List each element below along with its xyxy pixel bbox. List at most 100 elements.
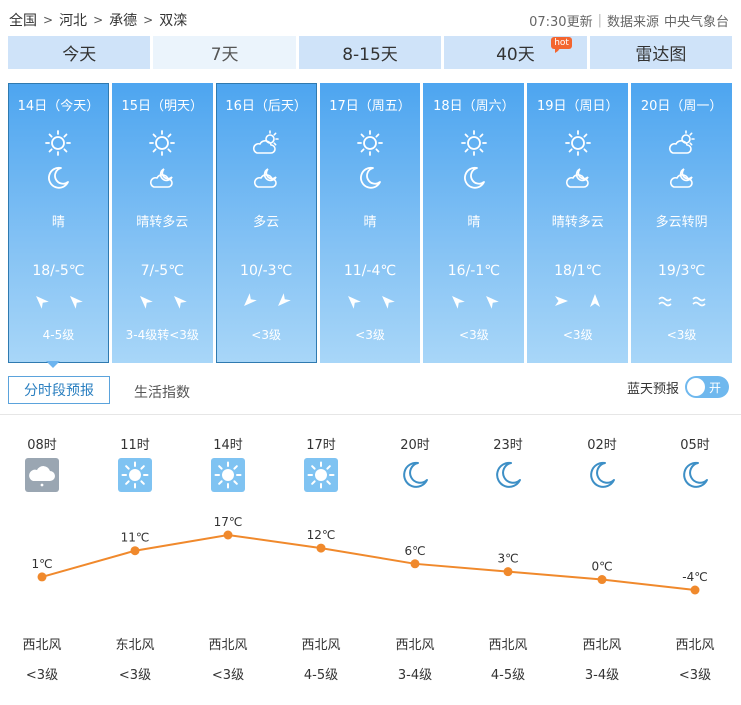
moon-icon xyxy=(43,163,73,193)
hour-wind-level: <3级 xyxy=(118,668,152,683)
blue-sky-toggle[interactable]: 开 xyxy=(685,376,729,398)
hourly-column: 23时 西北风 4-5级 xyxy=(478,434,538,694)
breadcrumb-item-country[interactable]: 全国 xyxy=(9,10,37,30)
northeast-arrow-icon xyxy=(171,293,188,311)
hour-label: 17时 xyxy=(306,438,336,453)
hot-badge: hot xyxy=(551,37,572,53)
day-temperature: 10/-3℃ xyxy=(240,263,293,279)
tab-7-days[interactable]: 7天 xyxy=(153,36,296,69)
tab-radar[interactable]: 雷达图 xyxy=(589,36,733,69)
day-card[interactable]: 18日（周六） 晴 16/-1℃ <3级 xyxy=(423,83,525,363)
hour-label: 08时 xyxy=(27,438,57,453)
breadcrumb-item-city[interactable]: 承德 xyxy=(109,10,137,30)
sun-icon xyxy=(43,128,73,158)
day-card[interactable]: 17日（周五） 晴 11/-4℃ <3级 xyxy=(319,83,421,363)
day-card[interactable]: 14日（今天） 晴 18/-5℃ 4-5级 xyxy=(8,83,109,363)
hour-wind-level: <3级 xyxy=(25,668,59,683)
tab-40-days[interactable]: 40天 hot xyxy=(444,36,587,69)
day-temperature: 7/-5℃ xyxy=(140,263,184,279)
moon-icon xyxy=(491,458,525,492)
hourly-column: 11时 东北风 <3级 xyxy=(105,434,165,694)
cloud-moon-icon xyxy=(667,163,697,193)
breadcrumb-separator: > xyxy=(93,13,104,27)
day-date: 16日（后天） xyxy=(225,99,307,114)
hour-label: 05时 xyxy=(680,438,710,453)
blue-sky-label: 蓝天预报 xyxy=(626,382,679,397)
day-date: 14日（今天） xyxy=(17,99,100,114)
cloud-sun-icon xyxy=(251,128,281,158)
hour-wind-level: 4-5级 xyxy=(303,668,339,683)
hour-label: 02时 xyxy=(587,438,617,453)
northeast-arrow-icon xyxy=(67,293,84,311)
hourly-column: 02时 西北风 3-4级 xyxy=(572,434,632,694)
wind-direction-icons xyxy=(631,293,732,311)
tab-label: 7天 xyxy=(210,45,239,65)
sun-icon xyxy=(118,458,152,492)
breadcrumb-item-province[interactable]: 河北 xyxy=(59,10,87,30)
swirl-wind-icon xyxy=(657,293,673,311)
hourly-forecast: 1℃ 11℃ 17℃ 12℃ 6℃ 3℃ 0℃ -4℃ 08时 西北风 <3级 11时 东北风… xyxy=(0,428,741,698)
hourly-column: 05时 西北风 <3级 xyxy=(665,434,725,694)
tab-life-index[interactable]: 生活指数 xyxy=(134,382,190,402)
day-card[interactable]: 20日（周一） 多云转阴 19/3℃ <3级 xyxy=(631,83,733,363)
day-condition: 晴 xyxy=(51,215,65,230)
moon-icon xyxy=(355,163,385,193)
source-name: 中央气象台 xyxy=(663,15,729,30)
hourly-column: 14时 西北风 <3级 xyxy=(198,434,258,694)
cloud-sun-icon xyxy=(667,128,697,158)
cloudy-night-icon xyxy=(25,458,59,492)
update-info: 07:30更新 | 数据来源 中央气象台 xyxy=(529,11,729,30)
wind-direction-icons xyxy=(527,293,628,311)
day-wind-level: 4-5级 xyxy=(42,328,75,342)
moon-icon xyxy=(585,458,619,492)
sun-icon xyxy=(459,128,489,158)
hour-wind-level: 4-5级 xyxy=(490,668,526,683)
wind-direction-icons xyxy=(320,293,421,311)
toggle-knob xyxy=(687,378,705,396)
day-card[interactable]: 16日（后天） 多云 10/-3℃ <3级 xyxy=(215,83,317,363)
selected-day-pointer xyxy=(46,361,60,368)
tab-label: 今天 xyxy=(62,45,97,65)
day-condition: 多云转阴 xyxy=(655,215,708,230)
day-date: 17日（周五） xyxy=(329,99,411,114)
tab-8-15-days[interactable]: 8-15天 xyxy=(298,36,442,69)
moon-icon xyxy=(398,458,432,492)
sun-icon xyxy=(355,128,385,158)
northeast-arrow-icon xyxy=(449,293,465,311)
day-temperature: 18/1℃ xyxy=(554,263,602,279)
north-arrow-icon xyxy=(587,293,603,311)
southeast-arrow-icon xyxy=(275,293,291,311)
northeast-arrow-icon xyxy=(33,293,50,311)
moon-icon xyxy=(459,163,489,193)
day-wind-level: 3-4级转<3级 xyxy=(125,328,199,342)
hourly-column: 20时 西北风 3-4级 xyxy=(385,434,445,694)
breadcrumb-separator: > xyxy=(143,13,154,27)
hour-label: 20时 xyxy=(400,438,430,453)
hour-wind-direction: 西北风 xyxy=(301,638,341,653)
tab-hourly-forecast[interactable]: 分时段预报 xyxy=(8,376,110,404)
hourly-column: 17时 西北风 4-5级 xyxy=(291,434,351,694)
breadcrumb: 全国 > 河北 > 承德 > 双滦 xyxy=(9,10,187,30)
seven-day-forecast: 14日（今天） 晴 18/-5℃ 4-5级 15日（明天） 晴转多云 7/-5℃… xyxy=(8,83,733,363)
day-wind-level: <3级 xyxy=(666,328,697,342)
tab-label: 雷达图 xyxy=(635,45,687,65)
day-wind-level: <3级 xyxy=(355,328,385,342)
hour-wind-direction: 西北风 xyxy=(208,638,248,653)
breadcrumb-item-district: 双滦 xyxy=(159,13,188,29)
moon-icon xyxy=(678,458,712,492)
wind-direction-icons xyxy=(216,293,317,311)
day-card[interactable]: 19日（周日） 晴转多云 18/1℃ <3级 xyxy=(527,83,629,363)
day-card[interactable]: 15日（明天） 晴转多云 7/-5℃ 3-4级转<3级 xyxy=(111,83,213,363)
hour-wind-level: 3-4级 xyxy=(584,668,620,683)
hour-label: 23时 xyxy=(493,438,523,453)
wind-direction-icons xyxy=(423,293,524,311)
day-wind-level: <3级 xyxy=(251,328,281,342)
top-bar: 全国 > 河北 > 承德 > 双滦 07:30更新 | 数据来源 中央气象台 xyxy=(0,0,741,36)
tab-today[interactable]: 今天 xyxy=(8,36,151,69)
day-wind-level: <3级 xyxy=(562,328,593,342)
day-condition: 晴 xyxy=(467,215,481,230)
swirl-wind-icon xyxy=(691,293,707,311)
day-temperature: 18/-5℃ xyxy=(32,263,85,279)
hour-label: 11时 xyxy=(120,438,150,453)
tab-label: 40天 xyxy=(496,45,535,65)
